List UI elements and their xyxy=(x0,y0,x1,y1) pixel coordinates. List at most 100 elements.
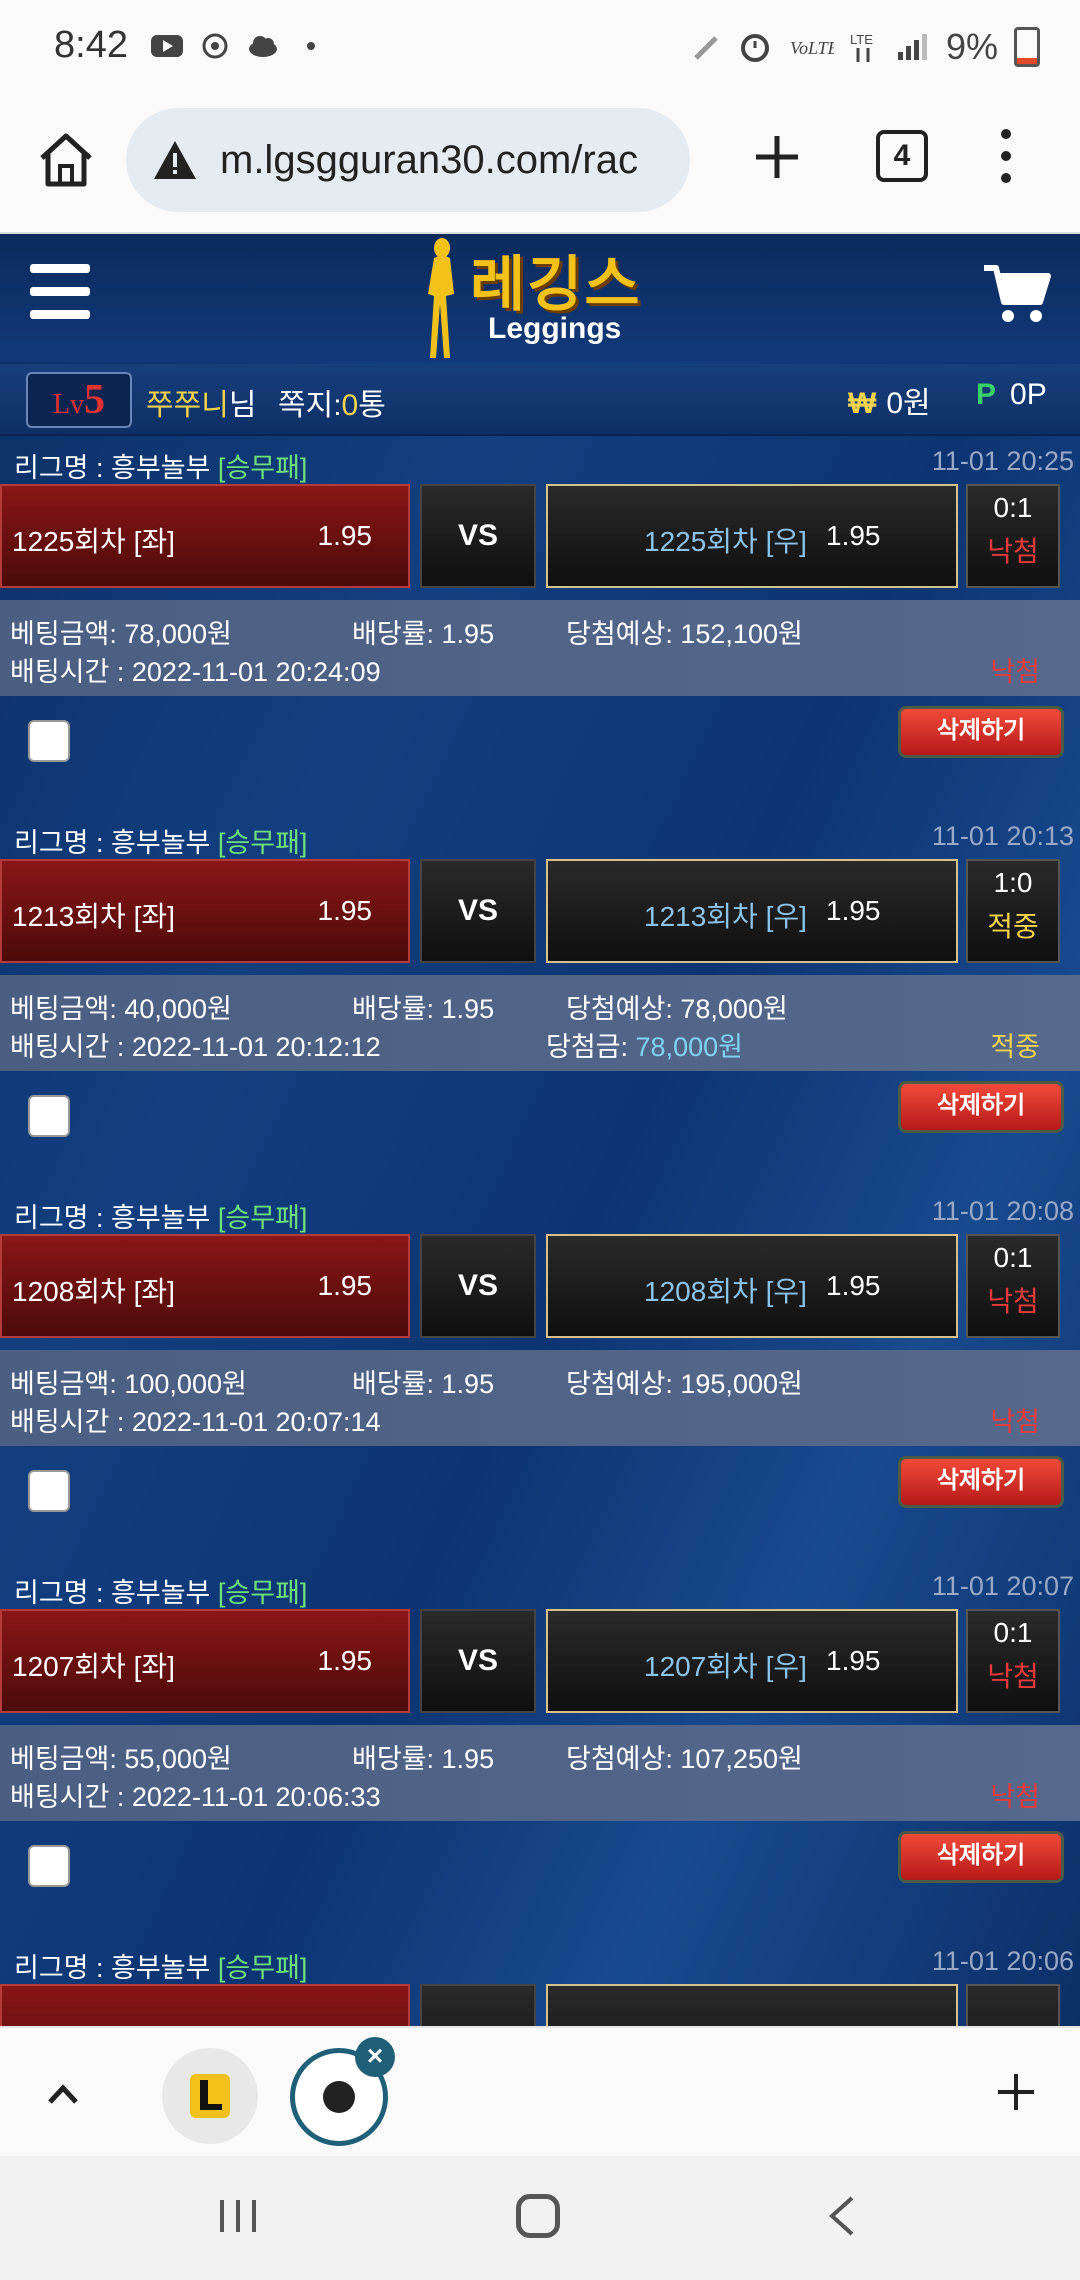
score-box xyxy=(966,1984,1060,2026)
score-result: 낙첨 xyxy=(987,536,1039,567)
away-pick-button[interactable]: 1208회차 [우] 1.95 xyxy=(546,1234,958,1338)
battery-icon xyxy=(1014,27,1040,67)
delete-button[interactable]: 삭제하기 xyxy=(898,1081,1064,1133)
tab-switcher-button[interactable]: 4 xyxy=(876,130,928,182)
warning-icon[interactable] xyxy=(152,139,198,181)
chevron-up-icon[interactable] xyxy=(46,2078,80,2108)
bet-time-label: 배팅시간 : xyxy=(10,1032,132,1062)
home-pick-button[interactable]: 1207회차 [좌] 1.95 xyxy=(0,1609,410,1713)
away-pick-button[interactable] xyxy=(546,1984,958,2026)
home-pick-button[interactable]: 1208회차 [좌] 1.95 xyxy=(0,1234,410,1338)
away-pick-button[interactable]: 1213회차 [우] 1.95 xyxy=(546,859,958,963)
select-checkbox[interactable] xyxy=(28,720,70,762)
paid-amount: 당첨금: 78,000원 xyxy=(546,1025,743,1064)
select-checkbox[interactable] xyxy=(28,1845,70,1887)
message-count[interactable]: 쪽지:0통 xyxy=(278,380,386,424)
more-menu-icon[interactable] xyxy=(994,126,1018,186)
bet-odds: 배당률: 1.95 xyxy=(352,1737,494,1776)
select-checkbox[interactable] xyxy=(28,1470,70,1512)
won-value: 0원 xyxy=(886,387,931,420)
home-icon[interactable] xyxy=(34,128,98,192)
web-page: 레깅스 Leggings Lv5 쭈쭈니님 쪽지:0통 ₩0원 P 0P 리그명 … xyxy=(0,234,1080,2026)
bet-time: 배팅시간 : 2022-11-01 20:07:14 xyxy=(10,1400,381,1439)
score-result: 적중 xyxy=(987,911,1039,942)
delete-button[interactable]: 삭제하기 xyxy=(898,1831,1064,1883)
new-tab-icon[interactable] xyxy=(752,132,802,182)
svg-text:LTE: LTE xyxy=(850,32,873,47)
hamburger-menu-icon[interactable] xyxy=(30,264,90,320)
browser-toolbar: m.lgsgguran30.com/rac 4 xyxy=(0,100,1080,234)
expected-value: 152,100원 xyxy=(680,619,803,649)
url-text[interactable]: m.lgsgguran30.com/rac xyxy=(220,138,638,183)
cart-icon[interactable] xyxy=(982,262,1052,326)
volte-icon: VoLTE xyxy=(790,38,834,58)
site-logo[interactable]: 레깅스 Leggings xyxy=(410,234,680,362)
youtube-icon xyxy=(151,35,183,57)
bet-item: 리그명 : 흥부놀부 [승무패] 11-01 20:07 1207회차 [좌] 1… xyxy=(0,1561,1080,1935)
close-tab-icon[interactable]: × xyxy=(355,2037,395,2077)
bet-amount-value: 100,000원 xyxy=(124,1369,247,1399)
sync-icon xyxy=(202,33,228,59)
league-label: 리그명 : 흥부놀부 xyxy=(14,1578,218,1608)
bet-item: 리그명 : 흥부놀부 [승무패] 11-01 20:08 1208회차 [좌] 1… xyxy=(0,1186,1080,1560)
delete-button[interactable]: 삭제하기 xyxy=(898,706,1064,758)
home-nav-icon[interactable] xyxy=(516,2194,560,2238)
vs-label: VS xyxy=(420,1234,536,1338)
site-header: 레깅스 Leggings xyxy=(0,234,1080,362)
home-odds: 1.95 xyxy=(317,520,373,551)
away-pick-button[interactable]: 1225회차 [우] 1.95 xyxy=(546,484,958,588)
away-pick-button[interactable]: 1207회차 [우] 1.95 xyxy=(546,1609,958,1713)
bet-item: 리그명 : 흥부놀부 [승무패] 11-01 20:13 1213회차 [좌] 1… xyxy=(0,811,1080,1185)
select-checkbox[interactable] xyxy=(28,1095,70,1137)
bet-result: 낙첨 xyxy=(990,1782,1040,1812)
back-icon[interactable] xyxy=(824,2194,858,2238)
odds-value: 1.95 xyxy=(441,619,495,649)
league-label: 리그명 : 흥부놀부 xyxy=(14,1953,218,1983)
home-pick-button[interactable]: 1225회차 [좌] 1.95 xyxy=(0,484,410,588)
home-pick-button[interactable] xyxy=(0,1984,410,2026)
won-icon: ₩ xyxy=(848,387,877,420)
paid-value: 78,000원 xyxy=(635,1032,743,1062)
bet-amount-label: 베팅금액: xyxy=(10,994,125,1024)
system-nav-bar xyxy=(0,2156,1080,2280)
username[interactable]: 쭈쭈니님 xyxy=(146,380,256,424)
odds-label: 배당률: xyxy=(352,619,442,649)
recent-apps-icon[interactable] xyxy=(216,2196,260,2236)
league-name: 리그명 : 흥부놀부 [승무패] xyxy=(14,821,307,860)
status-bar: 8:42 VoLTE LTE 9% xyxy=(0,0,1080,100)
message-number: 0 xyxy=(341,389,359,422)
away-odds: 1.95 xyxy=(826,895,881,926)
bet-date: 11-01 20:08 xyxy=(931,1196,1074,1226)
message-unit: 통 xyxy=(358,389,386,422)
league-tag: [승무패] xyxy=(217,453,308,483)
league-name: 리그명 : 흥부놀부 [승무패] xyxy=(14,446,307,485)
delete-button[interactable]: 삭제하기 xyxy=(898,1456,1064,1508)
username-suffix: 님 xyxy=(228,389,257,422)
tab-thumbnail-leggings[interactable] xyxy=(162,2048,258,2144)
score-result: 낙첨 xyxy=(987,1286,1039,1317)
away-odds: 1.95 xyxy=(826,1645,881,1676)
bet-time-value: 2022-11-01 20:07:14 xyxy=(131,1407,381,1437)
add-tab-icon[interactable] xyxy=(996,2072,1036,2112)
point-balance: P 0P xyxy=(976,378,1047,412)
cash-balance: ₩0원 xyxy=(848,378,931,422)
username-text: 쭈쭈니 xyxy=(146,389,229,422)
score-box: 0:1 낙첨 xyxy=(966,1609,1060,1713)
bet-info: 베팅금액: 55,000원 배당률: 1.95 당첨예상: 107,250원 배… xyxy=(0,1725,1080,1821)
home-pick-button[interactable]: 1213회차 [좌] 1.95 xyxy=(0,859,410,963)
expected-value: 195,000원 xyxy=(680,1369,803,1399)
bet-odds: 배당률: 1.95 xyxy=(352,987,494,1026)
tab-thumbnail-active[interactable]: × xyxy=(290,2037,395,2146)
address-bar[interactable]: m.lgsgguran30.com/rac xyxy=(126,108,690,212)
bet-time: 배팅시간 : 2022-11-01 20:12:12 xyxy=(10,1025,381,1064)
lte-icon: LTE xyxy=(850,32,873,62)
expected-win: 당첨예상: 152,100원 xyxy=(566,612,803,651)
score-box: 0:1 낙첨 xyxy=(966,1234,1060,1338)
away-name: 1208회차 [우] xyxy=(644,1276,807,1307)
expected-value: 78,000원 xyxy=(680,994,788,1024)
notification-icons xyxy=(150,30,328,62)
bet-time-label: 배팅시간 : xyxy=(10,1407,132,1437)
odds-value: 1.95 xyxy=(441,994,495,1024)
score-value: 0:1 xyxy=(993,1242,1033,1273)
bet-time-value: 2022-11-01 20:12:12 xyxy=(131,1032,381,1062)
